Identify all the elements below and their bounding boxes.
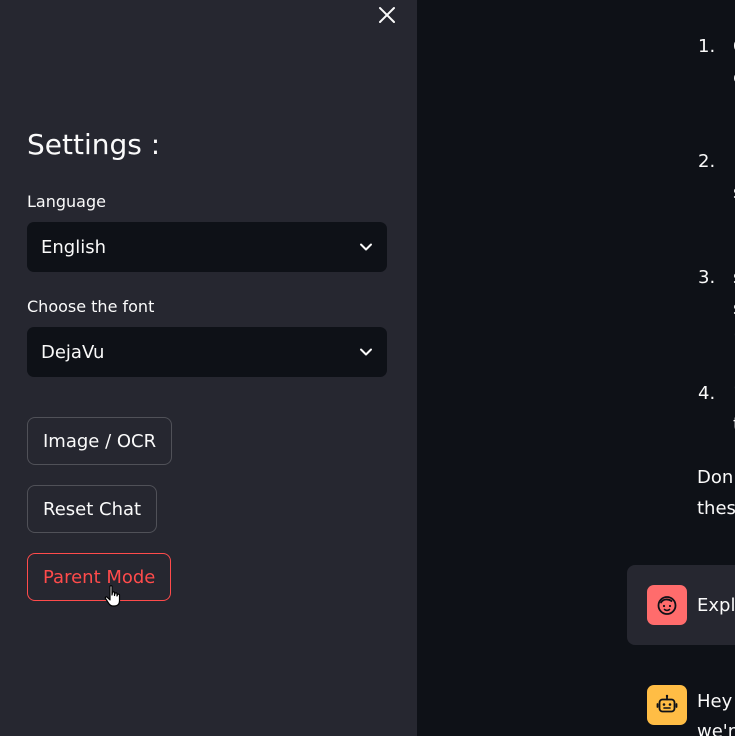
list-number: 2. xyxy=(698,151,716,172)
app-root: Settings : Language English Choose the f… xyxy=(0,0,735,736)
user-message-text: Expl xyxy=(697,595,735,616)
language-selected-value: English xyxy=(41,236,106,258)
user-face-icon xyxy=(657,596,677,615)
reset-chat-button[interactable]: Reset Chat xyxy=(27,485,158,533)
font-selected-value: DejaVu xyxy=(41,341,105,363)
settings-title: Settings : xyxy=(27,128,161,161)
list-number: 3. xyxy=(698,267,716,288)
close-icon xyxy=(379,7,395,23)
parent-mode-button[interactable]: Parent Mode xyxy=(27,553,172,601)
user-avatar xyxy=(647,585,687,625)
bot-message-text: Hey xyxy=(697,691,733,712)
chevron-down-icon xyxy=(359,240,373,254)
chevron-down-icon xyxy=(359,345,373,359)
paragraph-line: Don xyxy=(697,467,734,488)
close-sidebar-button[interactable] xyxy=(374,2,400,28)
chat-main: 1. C c 2. s 3. s s 1 4. 1 t Don thes Exp… xyxy=(417,0,735,736)
robot-icon xyxy=(656,694,678,713)
bot-avatar xyxy=(647,685,687,725)
bot-message-text: we'r xyxy=(697,721,735,736)
language-select[interactable]: English xyxy=(27,222,387,272)
settings-sidebar: Settings : Language English Choose the f… xyxy=(0,0,417,736)
language-label: Language xyxy=(27,192,106,211)
font-label: Choose the font xyxy=(27,297,155,316)
hand-pointer-icon xyxy=(104,585,121,607)
list-number: 1. xyxy=(698,36,716,57)
image-ocr-button[interactable]: Image / OCR xyxy=(27,417,173,465)
list-number: 4. xyxy=(698,383,716,404)
paragraph-line: thes xyxy=(697,498,735,519)
font-select[interactable]: DejaVu xyxy=(27,327,387,377)
